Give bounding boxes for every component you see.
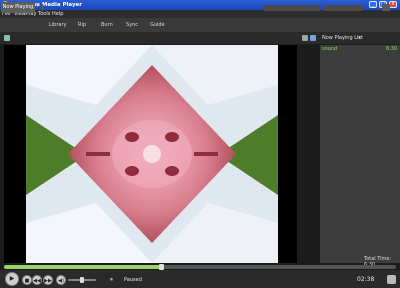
separator (42, 4, 43, 11)
elapsed-time: 02:38 (357, 276, 375, 283)
mute-button[interactable]: ◀) (56, 275, 66, 285)
play-button[interactable]: ▶ (5, 272, 19, 286)
chevron-down-icon[interactable]: ▾ (36, 3, 39, 9)
chevron-down-icon[interactable]: ▾ (358, 35, 361, 41)
stop-button[interactable]: ■ (22, 275, 32, 285)
tab-now-playing[interactable]: Now Playing (1, 2, 35, 13)
view-icon[interactable] (4, 35, 10, 41)
tab-library[interactable]: Library (49, 21, 66, 30)
pause-icon: ⏸ (110, 276, 114, 283)
playback-status: Paused (124, 277, 142, 283)
next-button[interactable]: ▶▶ (43, 275, 53, 285)
media-select[interactable] (264, 5, 320, 11)
menu-bar: File View Play Tools Help (0, 10, 400, 18)
playlist-panel (320, 45, 400, 263)
previous-button[interactable]: ◀◀ (32, 275, 42, 285)
shuffle-icon[interactable] (310, 35, 316, 41)
tab-rip[interactable]: Rip (78, 21, 86, 30)
playlist-dropdown[interactable]: Now Playing List (322, 35, 363, 41)
menu-help[interactable]: Help (52, 10, 63, 18)
fullscreen-icon[interactable] (387, 275, 396, 284)
menu-icon[interactable] (382, 4, 390, 11)
playlist-item-duration: 6:30 (386, 46, 398, 52)
tab-guide[interactable]: Guide (150, 21, 165, 30)
minimize-button[interactable]: _ (369, 1, 377, 8)
seek-bar-progress (4, 265, 161, 269)
video-display[interactable] (4, 45, 297, 263)
volume-handle[interactable] (80, 277, 84, 283)
video-frame (26, 45, 278, 263)
radio-select[interactable] (323, 5, 363, 11)
speaker-icon[interactable] (302, 35, 308, 41)
close-button[interactable]: x (389, 1, 397, 8)
playlist-item-title[interactable]: sound (322, 46, 337, 52)
tab-burn[interactable]: Burn (101, 21, 113, 30)
tab-sync[interactable]: Sync (126, 21, 138, 30)
menu-tools[interactable]: Tools (38, 10, 50, 18)
